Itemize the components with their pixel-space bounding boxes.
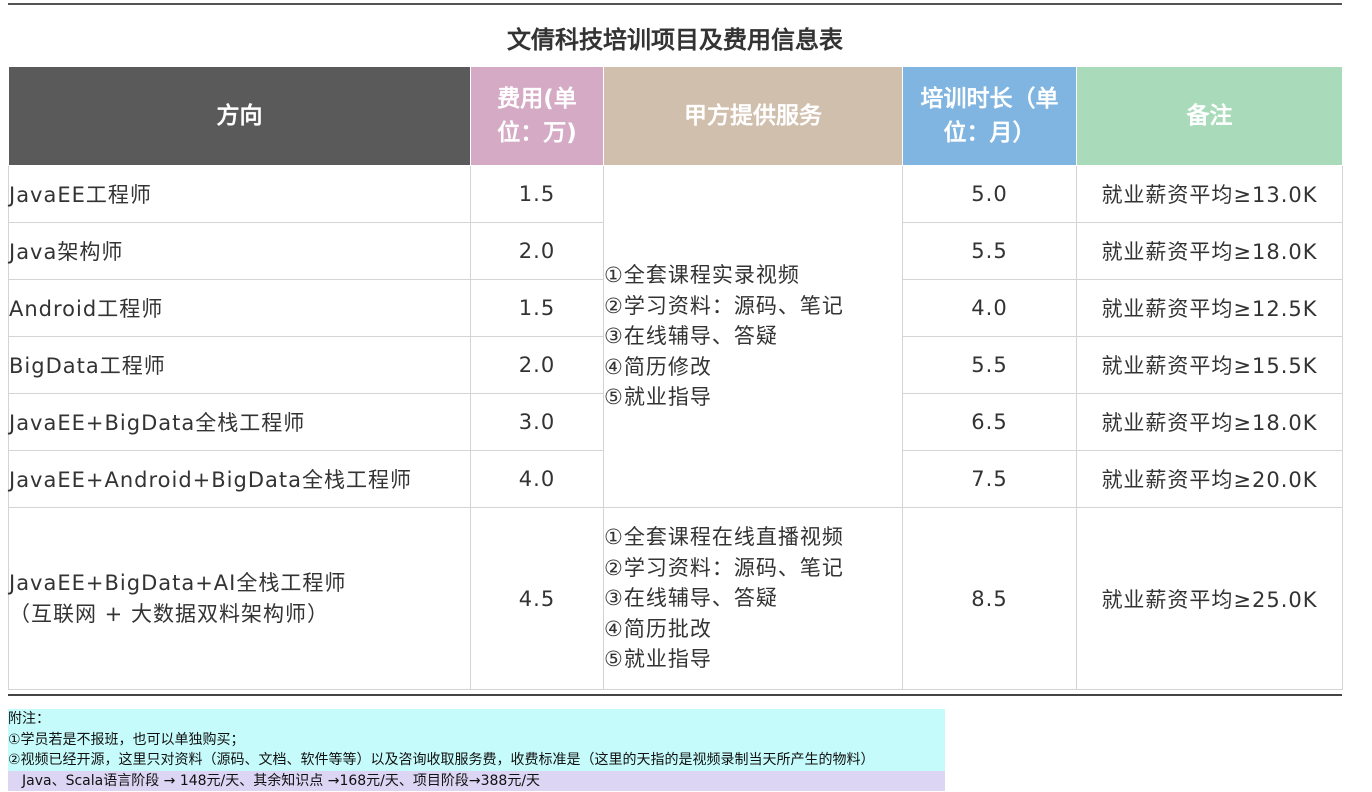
direction-cell: JavaEE+BigData全栈工程师: [8, 393, 471, 451]
footnote-line-1: ①学员若是不报班，也可以单独购买；: [8, 729, 945, 750]
service-item: ②学习资料：源码、笔记: [604, 555, 844, 580]
fee-cell: 1.5: [470, 279, 604, 337]
header-service: 甲方提供服务: [603, 66, 903, 166]
header-fee: 费用(单位：万): [470, 66, 604, 166]
direction-cell: BigData工程师: [8, 336, 471, 394]
header-duration: 培训时长（单位：月）: [902, 66, 1077, 166]
fee-cell: 4.5: [470, 507, 604, 690]
direction-sub: （互联网 + 大数据双料架构师）: [9, 601, 329, 626]
service-item: ①全套课程实录视频: [604, 263, 800, 288]
remark-cell: 就业薪资平均≥18.0K: [1076, 393, 1343, 451]
direction-cell: JavaEE+Android+BigData全栈工程师: [8, 450, 471, 508]
table-row: JavaEE工程师 1.5 ①全套课程实录视频 ②学习资料：源码、笔记 ③在线辅…: [8, 165, 1343, 508]
remark-cell: 就业薪资平均≥12.5K: [1076, 279, 1343, 337]
duration-cell: 5.0: [902, 165, 1077, 223]
duration-cell: 4.0: [902, 279, 1077, 337]
remark-cell: 就业薪资平均≥15.5K: [1076, 336, 1343, 394]
duration-cell: 5.5: [902, 336, 1077, 394]
footnote-line-3[interactable]: Java、Scala语言阶段 → 148元/天、其余知识点 →168元/天、项目…: [8, 770, 945, 791]
service-item: ⑤就业指导: [604, 647, 712, 672]
service-cell-group1: ①全套课程实录视频 ②学习资料：源码、笔记 ③在线辅导、答疑 ④简历修改 ⑤就业…: [603, 165, 903, 508]
top-rule: [8, 3, 1342, 5]
fee-cell: 4.0: [470, 450, 604, 508]
service-item: ②学习资料：源码、笔记: [604, 293, 844, 318]
direction-main: JavaEE+BigData+AI全栈工程师: [9, 570, 347, 595]
header-remark: 备注: [1076, 66, 1343, 166]
remark-cell: 就业薪资平均≥18.0K: [1076, 222, 1343, 280]
duration-cell: 6.5: [902, 393, 1077, 451]
table-row: JavaEE+BigData+AI全栈工程师 （互联网 + 大数据双料架构师） …: [8, 507, 1343, 690]
remark-cell: 就业薪资平均≥25.0K: [1076, 507, 1343, 690]
duration-cell: 5.5: [902, 222, 1077, 280]
duration-cell: 7.5: [902, 450, 1077, 508]
service-item: ③在线辅导、答疑: [604, 586, 778, 611]
direction-cell: Java架构师: [8, 222, 471, 280]
fee-cell: 2.0: [470, 222, 604, 280]
service-item: ③在线辅导、答疑: [604, 324, 778, 349]
header-direction: 方向: [8, 66, 471, 166]
remark-cell: 就业薪资平均≥20.0K: [1076, 450, 1343, 508]
service-item: ④简历批改: [604, 616, 712, 641]
remark-cell: 就业薪资平均≥13.0K: [1076, 165, 1343, 223]
bottom-rule: [8, 694, 1342, 696]
service-item: ④简历修改: [604, 354, 712, 379]
duration-cell: 8.5: [902, 507, 1077, 690]
page-title: 文倩科技培训项目及费用信息表: [507, 26, 843, 54]
direction-cell: JavaEE+BigData+AI全栈工程师 （互联网 + 大数据双料架构师）: [8, 507, 471, 690]
header-row: 方向 费用(单位：万) 甲方提供服务 培训时长（单位：月） 备注: [8, 66, 1343, 166]
fee-cell: 1.5: [470, 165, 604, 223]
service-item: ①全套课程在线直播视频: [604, 525, 844, 550]
footnote: 附注： ①学员若是不报班，也可以单独购买； ②视频已经开源，这里只对资料（源码、…: [8, 709, 945, 791]
footnote-heading: 附注：: [8, 709, 945, 730]
fee-cell: 3.0: [470, 393, 604, 451]
footnote-line-2: ②视频已经开源，这里只对资料（源码、文档、软件等等）以及咨询收取服务费，收费标准…: [8, 750, 945, 771]
direction-cell: Android工程师: [8, 279, 471, 337]
fee-cell: 2.0: [470, 336, 604, 394]
service-item: ⑤就业指导: [604, 385, 712, 410]
fee-table: 方向 费用(单位：万) 甲方提供服务 培训时长（单位：月） 备注 JavaEE工…: [8, 66, 1343, 690]
service-cell-group2: ①全套课程在线直播视频 ②学习资料：源码、笔记 ③在线辅导、答疑 ④简历批改 ⑤…: [603, 507, 903, 690]
direction-cell: JavaEE工程师: [8, 165, 471, 223]
